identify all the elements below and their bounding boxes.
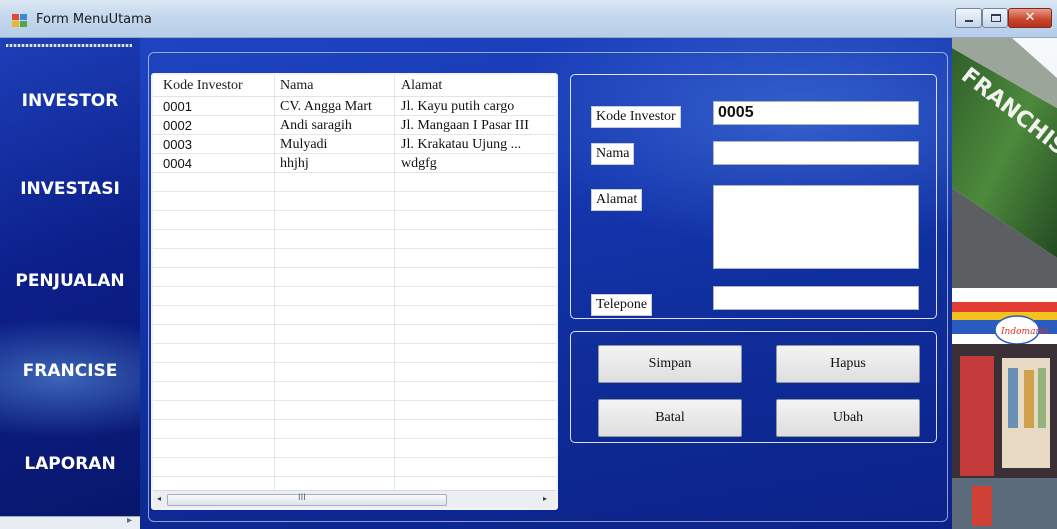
cell-nama: Mulyadi (280, 137, 328, 152)
telepone-field[interactable] (713, 286, 919, 310)
franchise-store-photo: FRANCHISING Indomaret (952, 38, 1057, 529)
telepone-label: Telepone (591, 294, 653, 316)
scroll-left-icon[interactable]: ◂ (157, 494, 161, 503)
empty-row (153, 382, 556, 401)
title-bar: Form MenuUtama ✕ (0, 0, 1057, 38)
column-header-alamat[interactable]: Alamat (401, 78, 442, 94)
maximize-icon (991, 14, 1001, 22)
investor-detail-group: Kode Investor 0005 Nama Alamat Telepone (570, 74, 937, 319)
minimize-icon (965, 20, 973, 22)
app-icon (12, 14, 28, 28)
close-button[interactable]: ✕ (1008, 8, 1052, 28)
nama-label: Nama (591, 143, 635, 165)
empty-row (153, 306, 556, 325)
empty-row (153, 249, 556, 268)
nav-laporan[interactable]: LAPORAN (0, 449, 140, 479)
empty-row (153, 363, 556, 382)
empty-row (153, 230, 556, 249)
investor-grid[interactable]: Kode Investor Nama Alamat 0001 CV. Angga… (151, 73, 558, 510)
cell-nama: hhjhj (280, 156, 309, 171)
nav-penjualan[interactable]: PENJUALAN (0, 266, 140, 296)
empty-row (153, 439, 556, 458)
alamat-label: Alamat (591, 189, 643, 211)
table-row[interactable]: 0001 CV. Angga Mart Jl. Kayu putih cargo (153, 97, 556, 116)
cell-alamat: wdgfg (401, 156, 437, 171)
sidebar-scrollbar[interactable]: ▸ (0, 515, 140, 529)
sidebar-nav: INVESTOR INVESTASI PENJUALAN FRANCISE LA… (0, 38, 140, 529)
scroll-right-icon[interactable]: ▸ (127, 515, 132, 526)
sidebar-divider (6, 44, 132, 47)
action-button-group: Simpan Hapus Batal Ubah (570, 331, 937, 443)
scroll-thumb[interactable]: III (167, 493, 447, 506)
nav-francise[interactable]: FRANCISE (0, 356, 140, 386)
cell-kode: 0004 (163, 156, 192, 171)
empty-row (153, 173, 556, 192)
empty-row (153, 420, 556, 439)
store-logo-text: Indomaret (1000, 327, 1049, 337)
close-icon: ✕ (1024, 10, 1036, 25)
scroll-grip-icon: III (298, 493, 306, 503)
kode-investor-value: 0005 (718, 104, 754, 121)
nav-investasi[interactable]: INVESTASI (0, 174, 140, 204)
hapus-button[interactable]: Hapus (776, 345, 920, 383)
nav-investor[interactable]: INVESTOR (0, 86, 140, 116)
cell-alamat: Jl. Kayu putih cargo (401, 99, 515, 114)
cell-nama: Andi saragih (280, 118, 352, 133)
column-header-kode[interactable]: Kode Investor (163, 78, 243, 94)
empty-row (153, 458, 556, 477)
empty-row (153, 211, 556, 230)
storefront-image: FRANCHISING Indomaret (952, 38, 1057, 529)
cell-alamat: Jl. Mangaan I Pasar III (401, 118, 529, 133)
column-header-nama[interactable]: Nama (280, 78, 313, 94)
empty-row (153, 192, 556, 211)
window-title: Form MenuUtama (36, 12, 152, 27)
empty-row (153, 287, 556, 306)
minimize-button[interactable] (955, 8, 982, 28)
alamat-textarea[interactable] (713, 185, 919, 269)
empty-row (153, 325, 556, 344)
empty-row (153, 401, 556, 420)
kode-investor-field[interactable]: 0005 (713, 101, 919, 125)
empty-row (153, 268, 556, 287)
simpan-button[interactable]: Simpan (598, 345, 742, 383)
empty-row (153, 344, 556, 363)
scroll-right-icon[interactable]: ▸ (543, 494, 547, 503)
table-row[interactable]: 0004 hhjhj wdgfg (153, 154, 556, 173)
batal-button[interactable]: Batal (598, 399, 742, 437)
cell-nama: CV. Angga Mart (280, 99, 372, 114)
main-panel: Kode Investor Nama Alamat 0001 CV. Angga… (140, 38, 952, 529)
cell-kode: 0003 (163, 137, 192, 152)
maximize-button[interactable] (982, 8, 1008, 28)
cell-kode: 0001 (163, 99, 192, 114)
table-row[interactable]: 0002 Andi saragih Jl. Mangaan I Pasar II… (153, 116, 556, 135)
grid-header: Kode Investor Nama Alamat (153, 75, 556, 97)
nama-field[interactable] (713, 141, 919, 165)
ubah-button[interactable]: Ubah (776, 399, 920, 437)
cell-alamat: Jl. Krakatau Ujung ... (401, 137, 522, 152)
cell-kode: 0002 (163, 118, 192, 133)
grid-horizontal-scrollbar[interactable]: ◂ III ▸ (153, 490, 556, 508)
table-row[interactable]: 0003 Mulyadi Jl. Krakatau Ujung ... (153, 135, 556, 154)
kode-investor-label: Kode Investor (591, 106, 681, 128)
